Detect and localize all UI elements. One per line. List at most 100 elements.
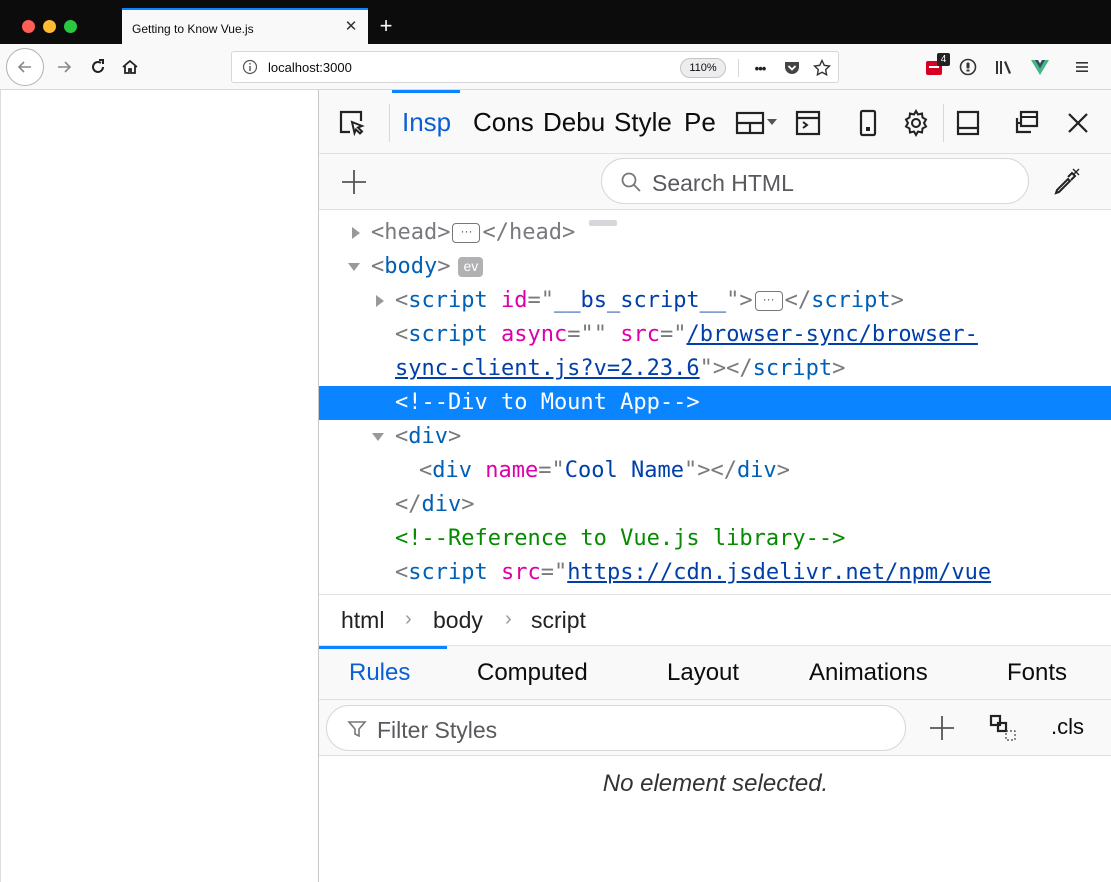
dock-bottom-button[interactable] xyxy=(951,106,985,140)
tab-inspector[interactable]: Insp xyxy=(392,90,460,154)
separate-window-icon xyxy=(1015,110,1039,134)
extension-badge: 4 xyxy=(937,53,950,66)
markup-line[interactable]: <!--Reference to Vue.js library--> xyxy=(319,522,1111,556)
search-html-input[interactable]: Search HTML xyxy=(652,170,794,197)
tab-fonts[interactable]: Fonts xyxy=(1007,646,1067,700)
expand-ellipsis-button[interactable]: ··· xyxy=(754,291,783,311)
page-viewport xyxy=(0,90,318,882)
menu-button[interactable] xyxy=(1070,55,1094,79)
url-bar[interactable]: localhost:3000 110% ••• xyxy=(231,51,839,83)
cls-toggle-button[interactable]: .cls xyxy=(1051,714,1084,740)
tab-layout[interactable]: Layout xyxy=(667,646,739,700)
twisty-expanded-icon[interactable] xyxy=(371,430,385,444)
twisty-expanded-icon[interactable] xyxy=(347,260,361,274)
markup-line-wrap[interactable]: sync-client.js?v=2.23.6"></script> xyxy=(319,352,1111,386)
add-rule-button[interactable] xyxy=(925,711,959,745)
breadcrumb-html[interactable]: html xyxy=(341,607,384,634)
home-button[interactable] xyxy=(116,53,144,81)
body-tag-name: body xyxy=(384,254,438,279)
nav-bar: localhost:3000 110% ••• 4 xyxy=(0,44,1111,90)
reload-button[interactable] xyxy=(84,53,112,81)
markup-view[interactable]: <head> ··· </head> <body> ev <script id="__… xyxy=(319,210,1111,594)
browser-tab[interactable]: Getting to Know Vue.js ✕ xyxy=(122,8,368,44)
markup-line[interactable]: <div name="Cool Name"></div> xyxy=(319,454,1111,488)
info-icon[interactable] xyxy=(242,59,258,75)
star-icon xyxy=(813,59,831,77)
close-window-button[interactable] xyxy=(22,20,35,33)
zoom-reset-button[interactable]: 110% xyxy=(680,58,726,78)
breadcrumb-body[interactable]: body xyxy=(433,607,483,634)
responsive-design-button[interactable] xyxy=(851,106,885,140)
vue-devtools-icon xyxy=(1031,60,1049,75)
markup-line-selected[interactable]: <!--Div to Mount App--> xyxy=(319,386,1111,420)
settings-button[interactable] xyxy=(899,106,933,140)
filter-styles-input[interactable]: Filter Styles xyxy=(377,717,497,744)
minimize-window-button[interactable] xyxy=(43,20,56,33)
script-src-link-cont[interactable]: sync-client.js?v=2.23.6 xyxy=(395,356,700,381)
search-html-box[interactable]: Search HTML xyxy=(601,158,1029,204)
script-id-value: __bs_script__ xyxy=(553,288,727,313)
tab-animations[interactable]: Animations xyxy=(809,646,928,700)
split-console-button[interactable] xyxy=(791,106,825,140)
event-badge[interactable]: ev xyxy=(458,257,484,277)
markup-toolbar: Search HTML xyxy=(319,154,1111,210)
tab-bar: Getting to Know Vue.js ✕ + xyxy=(0,0,1111,44)
vue-devtools-button[interactable] xyxy=(1028,55,1052,79)
empty-state-message: No element selected. xyxy=(602,770,829,797)
pseudo-class-button[interactable] xyxy=(987,711,1021,745)
url-divider xyxy=(738,59,739,77)
back-icon xyxy=(17,61,31,73)
breadcrumb-script[interactable]: script xyxy=(531,607,586,634)
pocket-button[interactable] xyxy=(782,58,802,78)
twisty-collapsed-icon[interactable] xyxy=(373,294,387,308)
filter-icon xyxy=(347,721,367,738)
markup-line[interactable]: <script id="__bs_script__"> ··· </script> xyxy=(319,284,1111,318)
element-picker-button[interactable] xyxy=(335,106,369,140)
markup-line[interactable]: <div> xyxy=(319,420,1111,454)
close-devtools-button[interactable] xyxy=(1061,106,1095,140)
mount-comment: <!--Div to Mount App--> xyxy=(395,390,700,415)
twisty-collapsed-icon[interactable] xyxy=(349,226,363,240)
markup-line[interactable]: <body> ev xyxy=(319,250,1111,284)
bookmark-button[interactable] xyxy=(812,58,832,78)
eyedropper-button[interactable] xyxy=(1049,165,1083,199)
tab-computed[interactable]: Computed xyxy=(477,646,588,700)
vue-cdn-link[interactable]: https://cdn.jsdelivr.net/npm/vue xyxy=(567,560,991,585)
library-button[interactable] xyxy=(992,55,1016,79)
tab-close-icon[interactable]: ✕ xyxy=(342,18,360,36)
extension-button[interactable]: 4 xyxy=(924,53,950,79)
page-actions-button[interactable]: ••• xyxy=(750,58,770,78)
tab-performance[interactable]: Pe xyxy=(684,90,720,154)
menu-icon xyxy=(1076,62,1088,72)
tab-title: Getting to Know Vue.js xyxy=(132,22,254,36)
dock-bottom-icon xyxy=(956,110,980,136)
markup-line[interactable]: <head> ··· </head> xyxy=(319,216,1111,250)
back-button[interactable] xyxy=(6,48,44,86)
separate-window-button[interactable] xyxy=(1009,106,1043,140)
more-tools-dropdown[interactable] xyxy=(733,106,783,140)
password-manager-button[interactable] xyxy=(956,55,980,79)
markup-line[interactable]: </div> xyxy=(319,488,1111,522)
forward-button[interactable] xyxy=(50,53,78,81)
add-node-button[interactable] xyxy=(337,165,371,199)
library-icon xyxy=(996,61,1011,74)
filter-styles-box[interactable]: Filter Styles xyxy=(326,705,906,751)
tab-debugger[interactable]: Debu xyxy=(543,90,605,154)
markup-line[interactable]: <script src="https://cdn.jsdelivr.net/np… xyxy=(319,556,1111,590)
zoom-window-button[interactable] xyxy=(64,20,77,33)
script-src-link[interactable]: /browser-sync/browser- xyxy=(686,322,977,347)
forward-icon xyxy=(58,61,72,73)
tab-style-editor[interactable]: Style xyxy=(614,90,674,154)
url-text[interactable]: localhost:3000 xyxy=(268,60,352,75)
markup-line[interactable]: <script async="" src="/browser-sync/brow… xyxy=(319,318,1111,352)
head-open-tag: <head> xyxy=(371,220,451,245)
password-icon xyxy=(959,58,977,76)
new-tab-button[interactable]: + xyxy=(374,14,398,38)
eyedropper-icon xyxy=(1054,168,1080,195)
breadcrumb-separator-icon: › xyxy=(405,608,412,630)
pocket-icon xyxy=(785,62,799,74)
expand-ellipsis-button[interactable]: ··· xyxy=(452,223,481,243)
tab-rules[interactable]: Rules xyxy=(319,646,447,700)
toolbar-divider xyxy=(943,104,944,142)
tab-console[interactable]: Cons xyxy=(473,90,535,154)
